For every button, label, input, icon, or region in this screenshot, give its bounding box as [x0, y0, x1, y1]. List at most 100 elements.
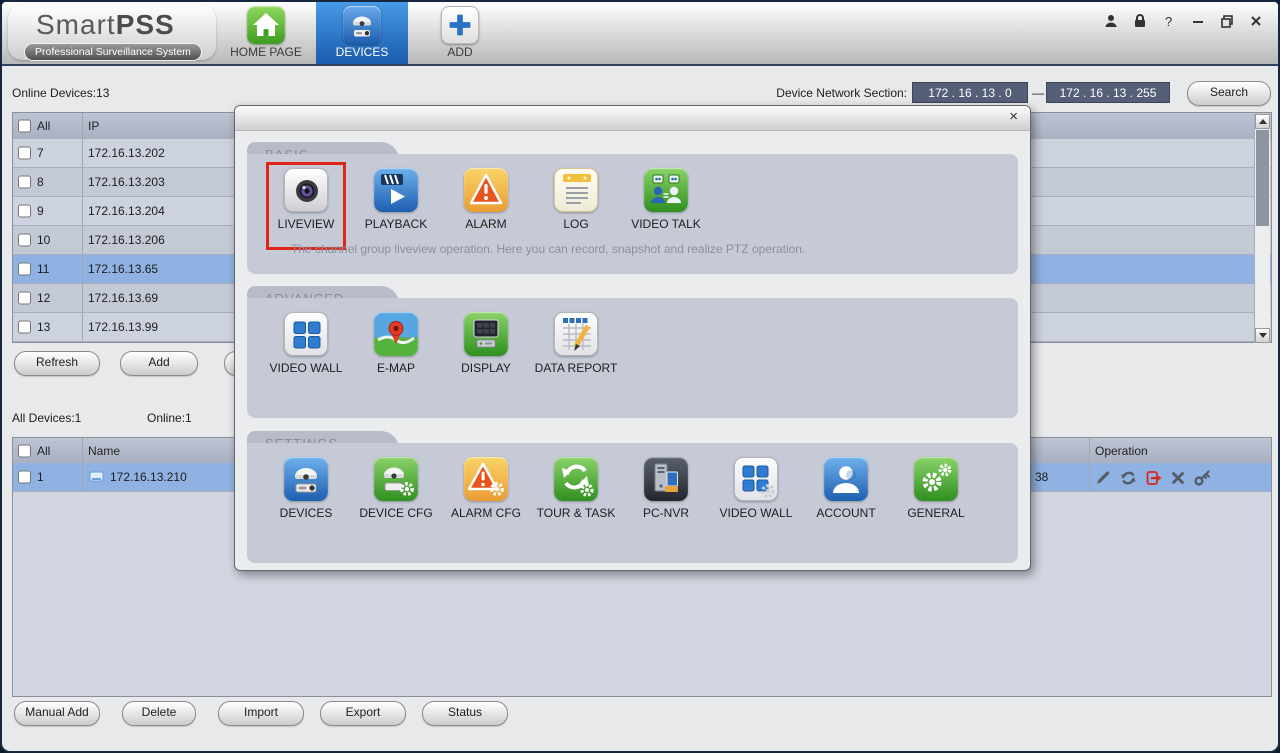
row-name: 172.16.13.210: [110, 470, 187, 484]
dialog-item-playback[interactable]: PLAYBACK: [351, 168, 441, 231]
tab-devices[interactable]: DEVICES: [316, 2, 408, 64]
dialog-item-tour-task[interactable]: TOUR & TASK: [531, 457, 621, 520]
dialog-item-video-wall[interactable]: VIDEO WALL: [261, 312, 351, 375]
select-all-checkbox[interactable]: [18, 119, 31, 133]
lock-icon[interactable]: [1132, 13, 1148, 29]
range-separator: —: [1032, 86, 1044, 100]
dialog-item-label: VIDEO WALL: [719, 506, 793, 520]
dialog-item-label: VIDEO TALK: [631, 217, 701, 231]
help-icon[interactable]: ?: [1161, 13, 1177, 29]
tab-add[interactable]: ADD: [414, 2, 506, 64]
row-ip: 172.16.13.204: [88, 204, 165, 218]
dialog-item-label: DATA REPORT: [534, 361, 618, 375]
minimize-icon[interactable]: [1190, 13, 1206, 29]
refresh-icon[interactable]: [1120, 470, 1137, 486]
scrollbar-thumb[interactable]: [1256, 130, 1269, 226]
dialog-item-alarm-cfg[interactable]: ALARM CFG: [441, 457, 531, 520]
row-checkbox[interactable]: [18, 233, 31, 247]
row-checkbox[interactable]: [18, 204, 31, 218]
delete-button[interactable]: Delete: [122, 701, 196, 726]
column-divider: [82, 113, 83, 139]
brand-name-light: Smart: [36, 9, 116, 40]
dialog-item-log[interactable]: LOG: [531, 168, 621, 231]
general-icon: [914, 457, 958, 501]
row-ip: 172.16.13.65: [88, 262, 159, 276]
online-devices-count: Online Devices:13: [12, 86, 110, 100]
import-button[interactable]: Import: [218, 701, 304, 726]
add-button[interactable]: Add: [120, 351, 198, 376]
liveview-icon: [284, 168, 328, 212]
vertical-scrollbar[interactable]: [1254, 114, 1270, 343]
dialog-item-pc-nvr[interactable]: PC-NVR: [621, 457, 711, 520]
logout-icon[interactable]: [1146, 470, 1162, 486]
row-checkbox[interactable]: [18, 320, 31, 334]
status-button[interactable]: Status: [422, 701, 508, 726]
delete-icon[interactable]: [1171, 471, 1185, 485]
header-operation: Operation: [1095, 443, 1148, 458]
row-checkbox[interactable]: [18, 262, 31, 276]
scroll-down-button[interactable]: [1255, 328, 1270, 343]
dialog-item-video-wall-settings[interactable]: VIDEO WALL: [711, 457, 801, 520]
device-icon: [89, 471, 104, 482]
close-icon[interactable]: [1248, 13, 1264, 29]
key-icon[interactable]: [1194, 469, 1211, 486]
tab-home-label: HOME PAGE: [230, 45, 302, 59]
dialog-item-label: VIDEO WALL: [269, 361, 343, 375]
export-button[interactable]: Export: [320, 701, 406, 726]
row-checkbox[interactable]: [18, 291, 31, 305]
column-divider: [82, 226, 83, 254]
search-button[interactable]: Search: [1187, 81, 1271, 106]
logo: SmartPSS Professional Surveillance Syste…: [8, 5, 216, 61]
dialog-item-label: LOG: [563, 217, 589, 231]
tab-home-page[interactable]: HOME PAGE: [220, 2, 312, 64]
dialog-item-device-cfg[interactable]: DEVICE CFG: [351, 457, 441, 520]
menu-dialog: × BASIC LIVEVIEW PLAYBACK: [234, 105, 1031, 571]
network-range-end-input[interactable]: 172 . 16 . 13 . 255: [1046, 82, 1170, 103]
top-bar: SmartPSS Professional Surveillance Syste…: [2, 2, 1278, 66]
dialog-item-emap[interactable]: E-MAP: [351, 312, 441, 375]
dialog-item-alarm[interactable]: ALARM: [441, 168, 531, 231]
row-number: 8: [37, 175, 44, 189]
row-ip: 172.16.13.202: [88, 146, 165, 160]
dialog-item-data-report[interactable]: DATA REPORT: [531, 312, 621, 375]
column-divider: [82, 168, 83, 196]
dialog-item-label: DISPLAY: [461, 361, 511, 375]
row-checkbox[interactable]: [18, 146, 31, 160]
dialog-item-display[interactable]: DISPLAY: [441, 312, 531, 375]
manual-add-button[interactable]: Manual Add: [14, 701, 100, 726]
brand-name-bold: PSS: [115, 9, 175, 40]
row-checkbox[interactable]: [18, 470, 31, 484]
dialog-item-label: DEVICE CFG: [359, 506, 433, 520]
network-range-start-input[interactable]: 172 . 16 . 13 . 0: [912, 82, 1028, 103]
row-number: 1: [37, 470, 44, 484]
header-name: Name: [88, 443, 121, 458]
all-devices-count: All Devices:1: [12, 411, 82, 425]
window-controls: ?: [1103, 13, 1264, 29]
dialog-item-account[interactable]: ACCOUNT: [801, 457, 891, 520]
user-icon[interactable]: [1103, 13, 1119, 29]
edit-icon[interactable]: [1095, 470, 1111, 486]
playback-icon: [374, 168, 418, 212]
dialog-item-liveview[interactable]: LIVEVIEW: [261, 162, 351, 250]
brand-tagline: Professional Surveillance System: [24, 43, 202, 61]
column-divider: [82, 139, 83, 167]
dialog-item-label: DEVICES: [279, 506, 333, 520]
section-panel-advanced: VIDEO WALL E-MAP DISPLAY DATA REPORT: [247, 298, 1018, 418]
dialog-item-video-talk[interactable]: VIDEO TALK: [621, 168, 711, 231]
dialog-item-label: PLAYBACK: [364, 217, 428, 231]
row-checkbox[interactable]: [18, 175, 31, 189]
dialog-item-general[interactable]: GENERAL: [891, 457, 981, 520]
scroll-up-button[interactable]: [1255, 114, 1270, 129]
dialog-close-icon[interactable]: ×: [1009, 108, 1018, 125]
display-icon: [464, 312, 508, 356]
dialog-item-label: ACCOUNT: [816, 506, 876, 520]
row-number: 12: [37, 291, 51, 305]
dialog-item-devices[interactable]: DEVICES: [261, 457, 351, 520]
refresh-button[interactable]: Refresh: [14, 351, 100, 376]
header-all: All: [37, 119, 51, 133]
video-talk-icon: [644, 168, 688, 212]
select-all-checkbox[interactable]: [18, 444, 31, 457]
section-description: The channel group liveview operation. He…: [291, 242, 806, 256]
row-number: 13: [37, 320, 51, 334]
restore-icon[interactable]: [1219, 13, 1235, 29]
